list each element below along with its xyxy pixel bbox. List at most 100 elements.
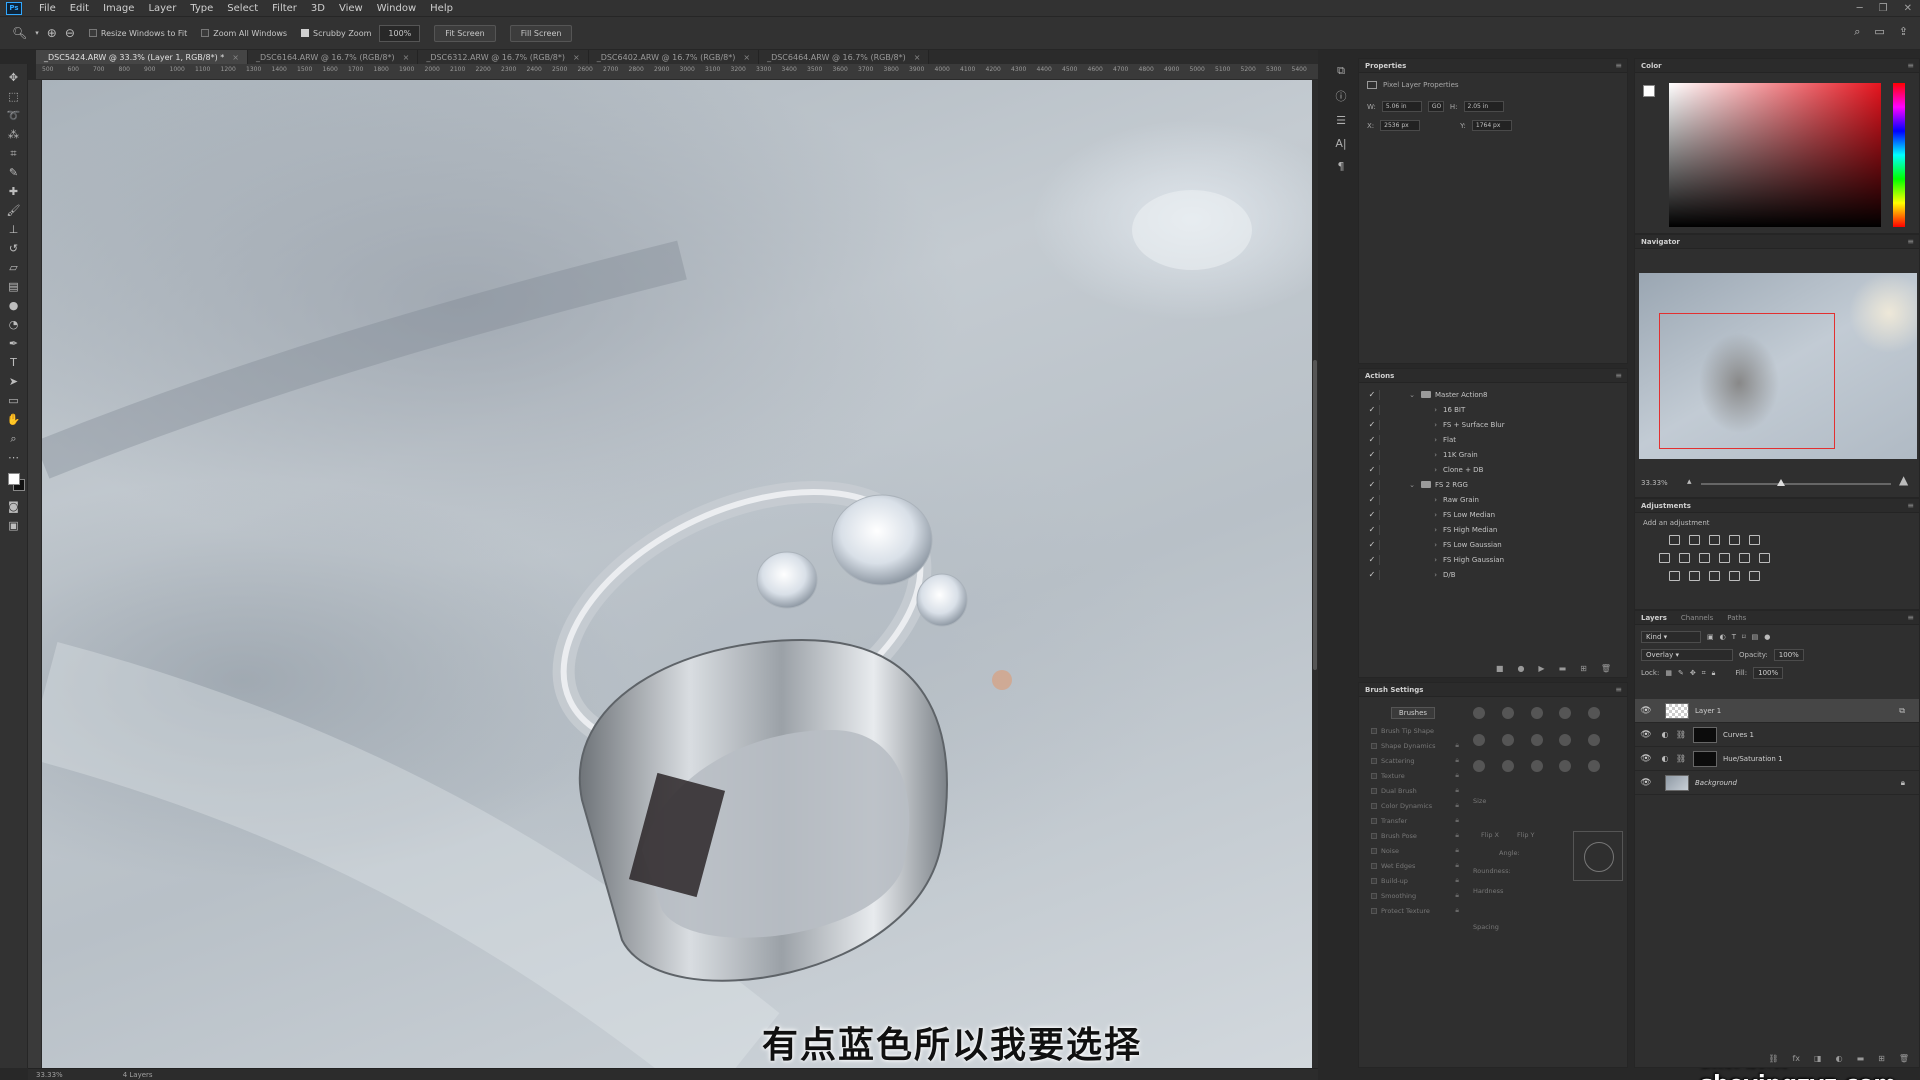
layer-kind-filter[interactable]: Kind ▾ <box>1641 631 1701 643</box>
chevron-down-icon[interactable]: ⌄ <box>1397 391 1415 399</box>
lock-artboard-icon[interactable]: ⌗ <box>1702 669 1706 678</box>
panel-menu-icon[interactable]: ≡ <box>1615 685 1622 694</box>
menu-type[interactable]: Type <box>183 3 220 14</box>
check-icon[interactable]: ✓ <box>1365 510 1379 519</box>
vertical-scrollbar[interactable] <box>1312 80 1318 1068</box>
link-layers-icon[interactable]: ⛓ <box>1768 1054 1778 1063</box>
flip-y-checkbox[interactable]: Flip Y <box>1517 831 1535 839</box>
new-layer-icon[interactable]: ⊞ <box>1878 1054 1885 1063</box>
panel-menu-icon[interactable]: ≡ <box>1615 371 1622 380</box>
check-icon[interactable]: ✓ <box>1365 450 1379 459</box>
check-icon[interactable]: ✓ <box>1365 465 1379 474</box>
zoom-out-icon[interactable]: ▴ <box>1687 477 1692 487</box>
new-adjustment-icon[interactable]: ◐ <box>1836 1054 1843 1063</box>
dialog-toggle[interactable] <box>1379 524 1391 535</box>
dialog-toggle[interactable] <box>1379 404 1391 415</box>
pen-tool-icon[interactable]: ✒ <box>4 334 24 353</box>
checkbox-icon[interactable] <box>1371 832 1377 839</box>
folder-icon[interactable]: ▬ <box>1559 664 1567 673</box>
menu-file[interactable]: File <box>32 3 63 14</box>
brush-setting-item[interactable]: Brush Tip Shape <box>1359 723 1459 738</box>
height-field[interactable]: 2.05 in <box>1463 101 1504 112</box>
chevron-right-icon[interactable]: › <box>1397 421 1437 429</box>
brush-setting-item[interactable]: Protect Texture 🔒︎ <box>1359 903 1459 918</box>
lock-icon[interactable]: 🔒︎ <box>1455 786 1459 795</box>
panel-menu-icon[interactable]: ≡ <box>1615 61 1622 70</box>
type-tool-icon[interactable]: T <box>4 353 24 372</box>
lock-icon[interactable]: 🔒︎ <box>1455 771 1459 780</box>
menu-layer[interactable]: Layer <box>141 3 183 14</box>
document-tab[interactable]: _DSC5424.ARW @ 33.3% (Layer 1, RGB/8*) *… <box>36 50 248 64</box>
checkbox-icon[interactable] <box>1371 892 1377 899</box>
menu-select[interactable]: Select <box>220 3 265 14</box>
visibility-eye-icon[interactable]: 👁︎ <box>1635 706 1657 716</box>
width-field[interactable]: 5.06 in <box>1381 101 1422 112</box>
vibrance-icon[interactable] <box>1749 535 1760 545</box>
more-tools-icon[interactable]: ⋯ <box>4 448 24 467</box>
lock-icon[interactable]: 🔒︎ <box>1455 846 1459 855</box>
new-action-icon[interactable]: ⊞ <box>1580 664 1587 673</box>
dialog-toggle[interactable] <box>1379 419 1391 430</box>
brush-setting-item[interactable]: Noise 🔒︎ <box>1359 843 1459 858</box>
menu-3d[interactable]: 3D <box>304 3 332 14</box>
menu-edit[interactable]: Edit <box>63 3 96 14</box>
brightness-contrast-icon[interactable] <box>1669 535 1680 545</box>
filter-shape-icon[interactable]: ⌑ <box>1742 633 1746 641</box>
quick-mask-icon[interactable]: ◙ <box>4 497 24 516</box>
foreground-color-swatch[interactable] <box>7 473 20 485</box>
chevron-right-icon[interactable]: › <box>1397 406 1437 414</box>
chevron-right-icon[interactable]: › <box>1397 466 1437 474</box>
color-balance-icon[interactable] <box>1679 553 1690 563</box>
properties-title[interactable]: Properties <box>1365 62 1406 70</box>
invert-icon[interactable] <box>1669 571 1680 581</box>
check-icon[interactable]: ✓ <box>1365 570 1379 579</box>
play-icon[interactable]: ▶ <box>1538 664 1544 673</box>
hue-saturation-icon[interactable] <box>1659 553 1670 563</box>
checkbox-icon[interactable] <box>1371 787 1377 794</box>
menu-image[interactable]: Image <box>96 3 141 14</box>
menu-window[interactable]: Window <box>370 3 423 14</box>
menu-view[interactable]: View <box>332 3 370 14</box>
layer-thumbnail[interactable] <box>1665 774 1689 791</box>
action-item[interactable]: ✓ › D/B <box>1359 567 1627 582</box>
share-icon[interactable]: ⇪ <box>1899 25 1908 39</box>
gradient-map-icon[interactable] <box>1749 571 1760 581</box>
document-canvas[interactable] <box>42 80 1312 1068</box>
zoom-in-icon[interactable]: ⊕ <box>47 26 57 40</box>
lock-icon[interactable]: 🔒︎ <box>1455 756 1459 765</box>
chevron-right-icon[interactable]: › <box>1397 496 1437 504</box>
foreground-color-swatch[interactable] <box>1643 85 1655 97</box>
check-icon[interactable]: ✓ <box>1365 420 1379 429</box>
check-icon[interactable]: ✓ <box>1365 480 1379 489</box>
navigator-view-rectangle[interactable] <box>1659 313 1835 449</box>
check-icon[interactable]: ✓ <box>1365 540 1379 549</box>
dialog-toggle[interactable] <box>1379 464 1391 475</box>
hue-slider[interactable] <box>1893 83 1905 227</box>
fit-screen-button[interactable]: Fit Screen <box>434 24 496 42</box>
zoom-out-icon[interactable]: ⊖ <box>65 26 75 40</box>
action-item[interactable]: ✓ › Flat <box>1359 432 1627 447</box>
brush-setting-item[interactable]: Build-up 🔒︎ <box>1359 873 1459 888</box>
character-icon[interactable]: A| <box>1335 137 1346 150</box>
lock-icon[interactable]: 🔒︎ <box>1455 816 1459 825</box>
visibility-eye-icon[interactable]: 👁︎ <box>1635 754 1657 764</box>
adjustments-icon[interactable]: ☰ <box>1336 114 1346 127</box>
brush-setting-item[interactable]: Wet Edges 🔒︎ <box>1359 858 1459 873</box>
minimize-icon[interactable]: ─ <box>1857 3 1863 14</box>
filter-toggle-icon[interactable]: ● <box>1764 633 1770 641</box>
chevron-down-icon[interactable]: ▾ <box>35 29 39 37</box>
lock-icon[interactable]: 🔒︎ <box>1455 801 1459 810</box>
check-icon[interactable]: ✓ <box>1365 405 1379 414</box>
eyedropper-tool-icon[interactable]: ✎ <box>4 163 24 182</box>
checkbox-icon[interactable] <box>1371 727 1377 734</box>
link-icon[interactable]: ⛓ <box>1673 754 1689 763</box>
navigator-title[interactable]: Navigator <box>1641 238 1680 246</box>
layer-thumbnail[interactable] <box>1665 702 1689 719</box>
brush-setting-item[interactable]: Shape Dynamics 🔒︎ <box>1359 738 1459 753</box>
lock-all-icon[interactable]: 🔒︎ <box>1712 669 1716 678</box>
zoom-tool-icon[interactable]: ⌕ <box>4 429 24 448</box>
brush-settings-title[interactable]: Brush Settings <box>1365 686 1423 694</box>
chevron-right-icon[interactable]: › <box>1397 526 1437 534</box>
panel-menu-icon[interactable]: ≡ <box>1907 501 1914 510</box>
zoom-in-icon[interactable]: ▲ <box>1899 473 1908 487</box>
